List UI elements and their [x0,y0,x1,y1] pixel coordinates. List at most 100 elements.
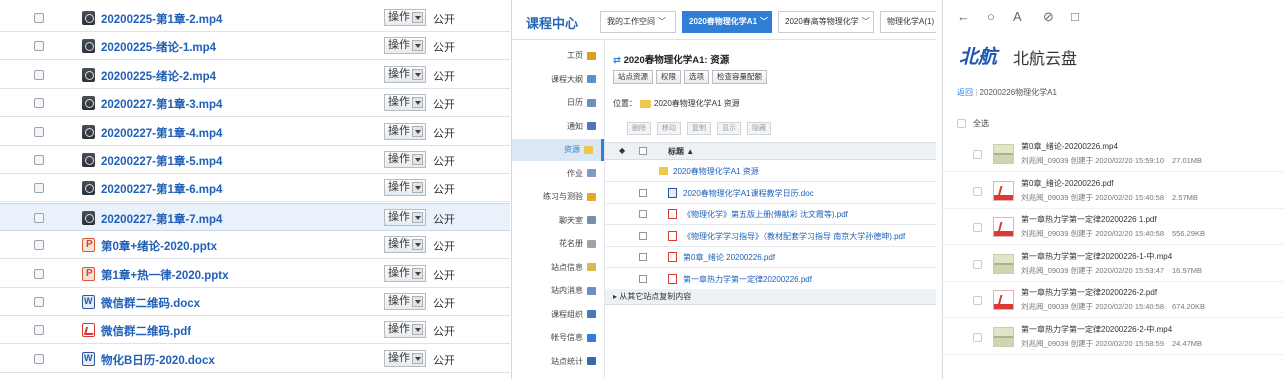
select-all-checkbox[interactable] [957,119,966,128]
resource-row[interactable]: 《物理化学学习指导》（教材配套学习指导 南京大学孙德坤).pdf [605,225,936,247]
file-name-link[interactable]: 20200227-第1章-7.mp4 [101,211,222,227]
file-row[interactable]: 微信群二维码.pdf 操作 公开 [0,316,510,345]
cloud-file-name[interactable]: 第一章热力学第一定律20200226-1-中.mp4 [1021,251,1172,262]
sidebar-item[interactable]: 工页 [512,45,604,67]
file-row[interactable]: 微信群二维码.docx 操作 公开 [0,288,510,316]
row-checkbox[interactable] [34,13,44,23]
dropdown-arrow-icon[interactable] [412,267,423,279]
resource-link[interactable]: 第一章热力学第一定律20200226.pdf [683,274,812,285]
row-checkbox[interactable] [34,183,44,194]
file-name-link[interactable]: 物化B日历-2020.docx [101,352,215,368]
cloud-file-row[interactable]: 第一章热力学第一定律20200226-2.pdf 刘兆阅_09039 创建于 20… [943,282,1284,318]
sidebar-item[interactable]: 站内消息 [512,280,604,302]
sidebar-item[interactable]: 练习与测验 [512,186,604,208]
file-row[interactable]: 20200225-绪论-2.mp4 操作 公开 [0,61,510,89]
row-checkbox[interactable] [34,98,44,109]
row-checkbox[interactable] [34,297,44,307]
resource-row[interactable]: 第0章_绪论 20200226.pdf [605,246,936,268]
cloud-file-name[interactable]: 第0章_绪论-20200226.mp4 [1021,141,1118,152]
sidebar-item[interactable]: 站点信息 [512,257,604,279]
resource-link[interactable]: 《物理化学学习指导》（教材配套学习指导 南京大学孙德坤).pdf [683,231,905,242]
row-checkbox[interactable] [34,240,44,251]
dropdown-arrow-icon[interactable] [412,68,423,80]
cloud-file-row[interactable]: 第一章热力学第一定律20200226-2-中.mp4 刘兆阅_09039 创建于 … [943,319,1284,355]
resource-link[interactable]: 第0章_绪论 20200226.pdf [683,252,775,263]
sidebar-item[interactable]: 通知 [512,116,604,138]
row-checkbox[interactable] [34,155,44,165]
action-button[interactable]: 复制 [687,122,711,135]
row-checkbox[interactable] [34,325,44,336]
file-name-link[interactable]: 微信群二维码.pdf [101,323,191,339]
dropdown-arrow-icon[interactable] [412,324,423,336]
file-name-link[interactable]: 20200225-第1章-2.mp4 [101,11,222,27]
tool-button[interactable]: 选项 [684,70,709,84]
resource-link[interactable]: 2020春物理化学A1 资源 [673,166,759,177]
copy-from-other-site[interactable]: ▸ 从其它站点复制内容 [605,289,936,305]
row-checkbox[interactable] [973,186,982,196]
row-checkbox[interactable] [34,41,44,52]
dropdown-arrow-icon[interactable] [412,296,423,307]
sidebar-item[interactable]: 站点统计 [512,351,604,373]
dropdown-arrow-icon[interactable] [412,40,423,52]
select-all-label[interactable]: 全选 [973,118,989,129]
action-button[interactable]: 删除 [627,122,651,135]
operation-dropdown[interactable]: 操作 [384,264,426,282]
file-row[interactable]: 20200227-第1章-6.mp4 操作 公开 [0,174,510,203]
back-arrow-icon[interactable]: ← [957,9,970,24]
file-row[interactable]: 20200227-第1章-7.mp4 操作 公开 [0,202,510,231]
sidebar-item[interactable]: 作业 [512,163,604,185]
file-row[interactable]: 20200227-第1章-3.mp4 操作 公开 [0,89,510,118]
operation-dropdown[interactable]: 操作 [384,37,426,55]
file-row[interactable]: 20200225-第1章-2.mp4 操作 公开 [0,4,510,32]
sidebar-item[interactable]: 聊天室 [512,210,604,232]
operation-dropdown[interactable]: 操作 [384,179,426,197]
dropdown-arrow-icon[interactable] [412,211,423,223]
file-name-link[interactable]: 第0章+绪论-2020.pptx [101,238,217,254]
file-row[interactable]: 20200225-绪论-1.mp4 操作 公开 [0,32,510,61]
resource-link[interactable]: 《物理化学》第五版上册(傅献彩 沈文霞等).pdf [683,209,848,220]
site-tab[interactable]: 2020春物理化学A1 ﹀ [682,11,772,33]
tool-button[interactable]: 权限 [656,70,681,84]
file-name-link[interactable]: 20200227-第1章-6.mp4 [101,181,222,197]
row-checkbox[interactable] [973,296,982,305]
file-name-link[interactable]: 20200225-绪论-1.mp4 [101,39,216,55]
row-checkbox[interactable] [34,126,44,137]
site-tab[interactable]: 2020春高等物理化学 ﹀ [778,11,874,33]
expand-all-icon[interactable]: ◆ [619,146,625,155]
action-button[interactable]: 移动 [657,122,681,135]
row-checkbox[interactable] [973,150,982,159]
row-checkbox[interactable] [639,253,647,261]
cloud-file-row[interactable]: 第0章_绪论-20200226.mp4 刘兆阅_09039 创建于 2020/02… [943,136,1284,172]
tool-button[interactable]: 站点资源 [613,70,653,84]
row-checkbox[interactable] [639,188,647,197]
dropdown-arrow-icon[interactable] [412,352,423,364]
operation-dropdown[interactable]: 操作 [384,122,426,140]
row-checkbox[interactable] [639,210,647,218]
refresh-icon[interactable]: ⇄ [613,55,621,66]
operation-dropdown[interactable]: 操作 [384,208,426,226]
select-all-checkbox[interactable] [639,147,647,155]
cloud-file-row[interactable]: 第0章_绪论-20200226.pdf 刘兆阅_09039 创建于 2020/02… [943,173,1284,209]
file-name-link[interactable]: 20200227-第1章-3.mp4 [101,96,222,112]
row-checkbox[interactable] [34,353,44,364]
resource-row[interactable]: 第一章热力学第一定律20200226.pdf [605,268,936,290]
row-checkbox[interactable] [973,259,982,269]
resource-row[interactable]: 《物理化学》第五版上册(傅献彩 沈文霞等).pdf [605,203,936,225]
sidebar-item[interactable]: 日历 [512,92,604,114]
cloud-file-row[interactable]: 第一章热力学第一定律20200226 1.pdf 刘兆阅_09039 创建于 20… [943,209,1284,245]
sidebar-item[interactable]: 课程组织 [512,304,604,326]
operation-dropdown[interactable]: 操作 [384,293,426,310]
file-name-link[interactable]: 第1章+热一律-2020.pptx [101,267,229,283]
row-checkbox[interactable] [973,223,982,232]
cloud-file-name[interactable]: 第0章_绪论-20200226.pdf [1021,178,1114,189]
sidebar-item[interactable]: 帐号信息 [512,327,604,349]
operation-dropdown[interactable]: 操作 [384,94,426,112]
file-row[interactable]: 第0章+绪论-2020.pptx 操作 公开 [0,231,510,260]
row-checkbox[interactable] [973,332,982,342]
row-checkbox[interactable] [639,231,647,240]
row-checkbox[interactable] [34,212,44,223]
reader-icon[interactable]: A [1013,9,1022,24]
resource-link[interactable]: 2020春物理化学A1课程教学日历.doc [683,188,814,199]
dropdown-arrow-icon[interactable] [412,182,423,194]
refresh-icon[interactable]: ○ [987,9,995,24]
